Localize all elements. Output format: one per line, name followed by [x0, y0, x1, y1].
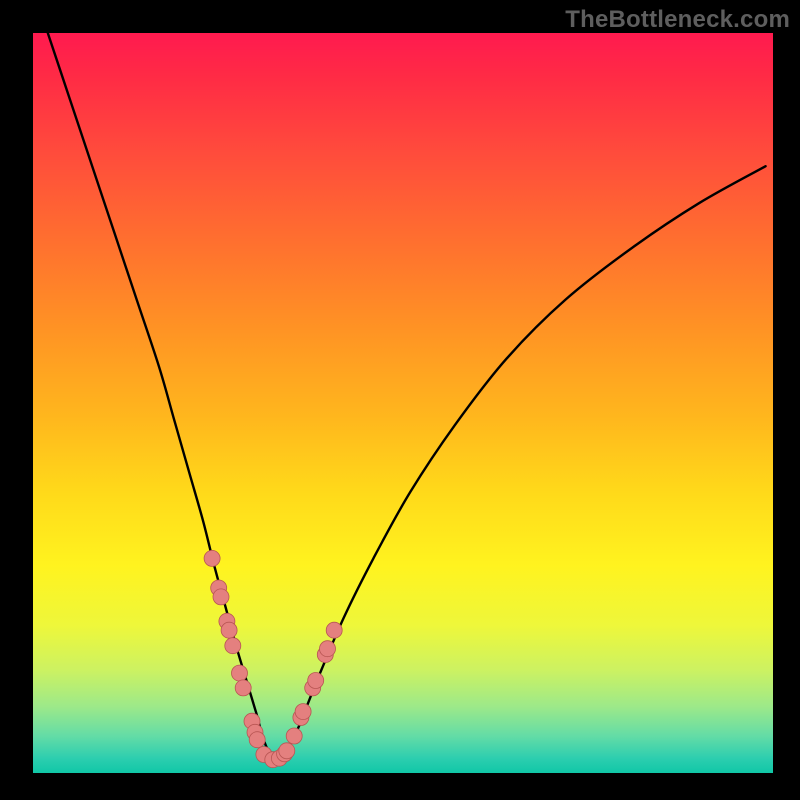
- sample-point: [249, 732, 265, 748]
- sample-point: [204, 550, 220, 566]
- sample-point: [320, 641, 336, 657]
- bottleneck-curve: [48, 33, 766, 759]
- sample-point: [232, 665, 248, 681]
- sample-point: [286, 728, 302, 744]
- plot-area: [33, 33, 773, 773]
- sample-point: [235, 680, 251, 696]
- sample-point: [308, 673, 324, 689]
- sample-point: [295, 704, 311, 720]
- sample-point: [221, 622, 237, 638]
- sample-point: [225, 638, 241, 654]
- outer-frame: TheBottleneck.com: [0, 0, 800, 800]
- sample-point: [213, 589, 229, 605]
- sample-point: [279, 743, 295, 759]
- sample-points-group: [204, 550, 342, 767]
- sample-point: [326, 622, 342, 638]
- chart-svg: [33, 33, 773, 773]
- watermark-text: TheBottleneck.com: [565, 6, 790, 34]
